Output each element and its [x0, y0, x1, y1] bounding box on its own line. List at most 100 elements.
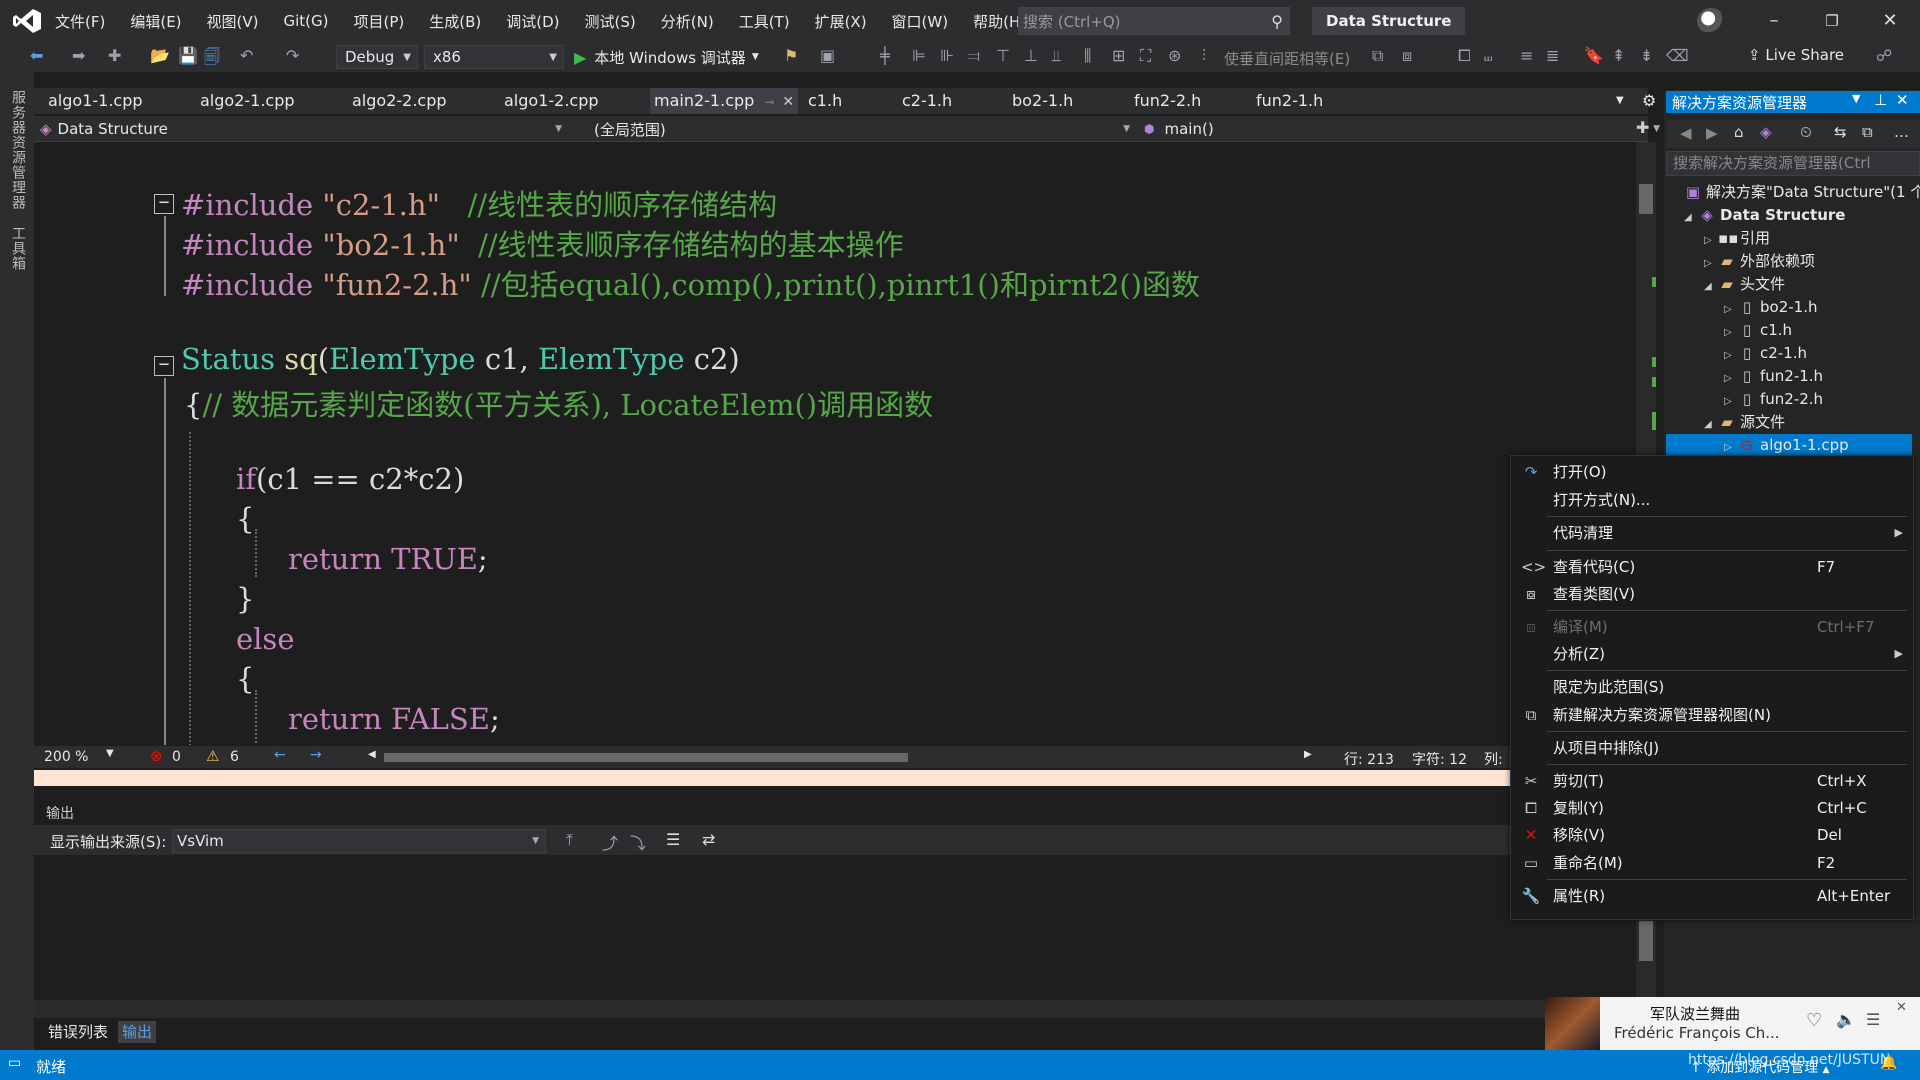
- save-icon[interactable]: 💾: [178, 46, 198, 65]
- uncomment-icon[interactable]: ≣: [1546, 46, 1559, 65]
- expanded-triangle-icon[interactable]: ◢: [1704, 276, 1718, 298]
- scrollbar-thumb[interactable]: [1639, 921, 1653, 961]
- settings-gear-icon[interactable]: ⚙: [1642, 88, 1656, 114]
- spacing-vertical-icon[interactable]: ⊞: [1112, 46, 1125, 65]
- tab-algo1-2[interactable]: algo1-2.cpp: [504, 88, 599, 114]
- tree-solution[interactable]: ▣ 解决方案"Data Structure"(1 个: [1684, 181, 1920, 203]
- server-explorer-tab[interactable]: 服务器资源管理器: [10, 90, 28, 210]
- tree-file-c1[interactable]: ▷ ▯ c1.h: [1724, 319, 1792, 341]
- scroll-left-icon[interactable]: ◀: [368, 749, 376, 760]
- menu-item-exclude-from-project[interactable]: 从项目中排除(J): [1511, 735, 1913, 761]
- tree-file-algo1-1-selected[interactable]: ▷ ⊖ algo1-1.cpp: [1666, 434, 1912, 456]
- menu-edit[interactable]: 编辑(E): [130, 11, 194, 32]
- menu-project[interactable]: 项目(P): [354, 11, 418, 32]
- live-share-button[interactable]: ⇪ Live Share: [1748, 46, 1844, 64]
- align-middle-icon[interactable]: ⊥: [1024, 46, 1038, 65]
- prev-issue-arrow-icon[interactable]: ←: [274, 747, 286, 763]
- equal-vertical-spacing-button[interactable]: 使垂直间距相等(E): [1224, 48, 1350, 69]
- forward-arrow-icon[interactable]: ➡: [72, 46, 85, 65]
- sync-icon[interactable]: ⇆: [1834, 123, 1847, 141]
- tree-references[interactable]: ▷ ▪▪ 引用: [1704, 227, 1770, 249]
- forward-icon[interactable]: ▶: [1706, 124, 1718, 142]
- grid-icon[interactable]: ⊛: [1168, 46, 1181, 65]
- tree-external-deps[interactable]: ▷ ▰ 外部依赖项: [1704, 250, 1815, 272]
- account-avatar[interactable]: [1697, 8, 1725, 34]
- expanded-triangle-icon[interactable]: ◢: [1684, 207, 1698, 229]
- collapsed-triangle-icon[interactable]: ▷: [1724, 345, 1738, 367]
- align-right-icon[interactable]: ⫤: [968, 46, 980, 66]
- scroll-right-icon[interactable]: ▶: [1304, 749, 1312, 760]
- home-icon[interactable]: ⌂: [1734, 123, 1744, 141]
- tree-project[interactable]: ◢ ◈ Data Structure: [1684, 204, 1845, 226]
- scrollbar-thumb[interactable]: [1639, 184, 1653, 214]
- menu-item-properties[interactable]: 🔧 属性(R) Alt+Enter: [1511, 883, 1913, 909]
- pin-icon[interactable]: ⊥: [1874, 91, 1887, 109]
- menu-item-analyze[interactable]: 分析(Z) ▶: [1511, 641, 1913, 667]
- collapsed-triangle-icon[interactable]: ▷: [1724, 322, 1738, 344]
- tab-output[interactable]: 输出: [118, 1021, 157, 1043]
- restore-icon[interactable]: ❐: [1808, 6, 1856, 36]
- close-tab-icon[interactable]: ✕: [782, 94, 794, 110]
- collapse-toggle-icon[interactable]: −: [154, 194, 174, 214]
- tab-error-list[interactable]: 错误列表: [44, 1021, 112, 1043]
- tree-source-files[interactable]: ◢ ▰ 源文件: [1704, 411, 1785, 433]
- new-project-icon[interactable]: ✚: [108, 46, 121, 65]
- menu-git[interactable]: Git(G): [284, 12, 342, 30]
- tab-main2-1[interactable]: main2-1.cpp ⊸ ✕: [650, 88, 799, 114]
- more-icon[interactable]: …: [1894, 123, 1909, 141]
- configuration-select[interactable]: Debug ▼: [336, 45, 418, 69]
- member-select[interactable]: ⬢ main() ▼: [1144, 118, 1664, 140]
- open-folder-icon[interactable]: 📂: [150, 46, 170, 65]
- tab-bo2-1[interactable]: bo2-1.h: [1012, 88, 1073, 114]
- pending-changes-icon[interactable]: ⏲: [1800, 123, 1812, 141]
- tree-header-files[interactable]: ◢ ▰ 头文件: [1704, 273, 1785, 295]
- align-left-icon[interactable]: ⊫: [912, 46, 926, 65]
- solution-search-input[interactable]: 搜索解决方案资源管理器(Ctrl: [1666, 151, 1920, 176]
- clear-bookmarks-icon[interactable]: ⌫: [1666, 46, 1689, 65]
- align-icon[interactable]: ╪: [880, 46, 890, 65]
- tab-c2-1[interactable]: c2-1.h: [902, 88, 952, 114]
- collapsed-triangle-icon[interactable]: ▷: [1704, 253, 1718, 275]
- next-issue-arrow-icon[interactable]: →: [310, 747, 322, 763]
- menu-item-copy[interactable]: ⧠ 复制(Y) Ctrl+C: [1511, 795, 1913, 821]
- align-bottom-icon[interactable]: ⫫: [1052, 46, 1061, 66]
- layout-icon[interactable]: ⧉: [1372, 46, 1383, 66]
- prev-message-icon[interactable]: ⤴: [602, 830, 618, 854]
- tree-file-c2-1[interactable]: ▷ ▯ c2-1.h: [1724, 342, 1807, 364]
- next-bookmark-icon[interactable]: ⇟: [1640, 46, 1653, 65]
- align-center-icon[interactable]: ⊪: [940, 46, 954, 65]
- prev-bookmark-icon[interactable]: ⇞: [1612, 46, 1625, 65]
- browser-icon[interactable]: ▣: [820, 46, 835, 65]
- tab-algo2-2[interactable]: algo2-2.cpp: [352, 88, 447, 114]
- menu-window[interactable]: 窗口(W): [892, 11, 962, 32]
- split-add-icon[interactable]: ✚: [1636, 118, 1649, 137]
- menu-view[interactable]: 视图(V): [207, 11, 272, 32]
- comment-icon[interactable]: ≡: [1520, 46, 1533, 65]
- output-horizontal-scrollbar[interactable]: [34, 1000, 1636, 1018]
- next-message-icon[interactable]: ⤵: [630, 830, 646, 854]
- spacing-icon[interactable]: ⫼: [1084, 46, 1091, 66]
- toolbox-tab[interactable]: 工具箱: [10, 226, 28, 271]
- collapse-toggle-icon[interactable]: −: [154, 356, 174, 376]
- collapsed-triangle-icon[interactable]: ▷: [1724, 368, 1738, 390]
- tree-file-fun2-1[interactable]: ▷ ▯ fun2-1.h: [1724, 365, 1823, 387]
- tree-file-fun2-2[interactable]: ▷ ▯ fun2-2.h: [1724, 388, 1823, 410]
- notification-bell-icon[interactable]: 🔔: [1880, 1055, 1897, 1071]
- minimize-icon[interactable]: –: [1750, 6, 1798, 36]
- heart-icon[interactable]: ♡: [1806, 1010, 1822, 1031]
- menu-tools[interactable]: 工具(T): [739, 11, 803, 32]
- menu-test[interactable]: 测试(S): [585, 11, 649, 32]
- menu-build[interactable]: 生成(B): [429, 11, 494, 32]
- menu-item-code-cleanup[interactable]: 代码清理 ▶: [1511, 520, 1913, 546]
- collapsed-triangle-icon[interactable]: ▷: [1724, 391, 1738, 413]
- menu-item-rename[interactable]: ▭ 重命名(M) F2: [1511, 850, 1913, 876]
- tab-fun2-1[interactable]: fun2-1.h: [1256, 88, 1323, 114]
- collapse-all-icon[interactable]: ⧉: [1862, 123, 1873, 141]
- start-debugger-button[interactable]: ▶ 本地 Windows 调试器 ▼: [574, 45, 759, 69]
- menu-extensions[interactable]: 扩展(X): [815, 11, 880, 32]
- pin-icon[interactable]: ⊸: [764, 95, 774, 109]
- menu-file[interactable]: 文件(F): [55, 11, 118, 32]
- attach-icon[interactable]: ⚑: [784, 46, 798, 65]
- tab-order-icon[interactable]: ⧢: [1484, 46, 1492, 66]
- align-top-icon[interactable]: ⊤: [996, 46, 1010, 65]
